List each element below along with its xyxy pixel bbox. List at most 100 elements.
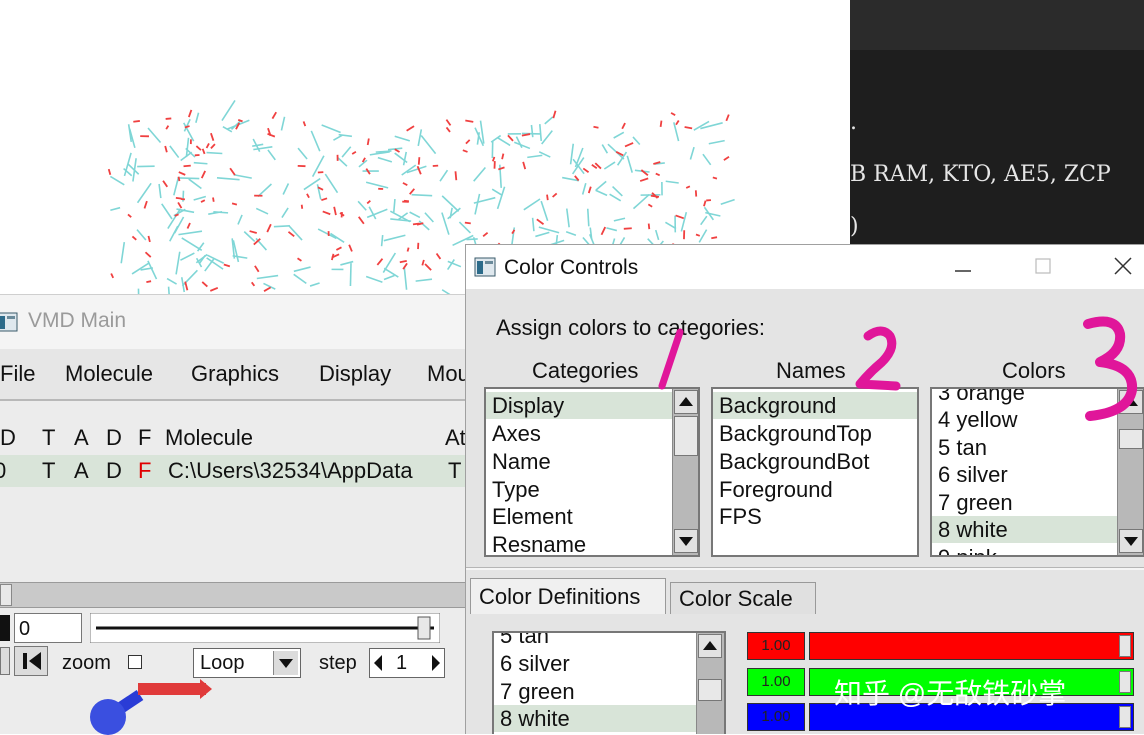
bond	[395, 136, 410, 141]
bond	[604, 162, 615, 169]
close-button[interactable]	[1103, 251, 1143, 283]
step-spinbox[interactable]: 1	[369, 648, 445, 678]
categories-scrollbar[interactable]	[672, 389, 698, 555]
list-item[interactable]: 5 tan	[500, 631, 549, 649]
list-item[interactable]: 4 yellow	[938, 406, 1017, 433]
minimize-button[interactable]	[943, 251, 983, 283]
molecule-list-scrollbar[interactable]	[0, 582, 470, 608]
color-controls-titlebar[interactable]: Color Controls	[466, 245, 1144, 289]
list-item[interactable]: Element	[492, 503, 573, 530]
oxygen-bond	[352, 152, 356, 154]
list-item[interactable]: Resname	[492, 531, 586, 557]
molecule-row[interactable]: 0 T A D F C:\Users\32534\AppData T	[0, 455, 470, 487]
scrollbar-thumb[interactable]	[1119, 429, 1143, 449]
oxygen-bond	[640, 178, 648, 181]
loop-mode-select[interactable]: Loop	[193, 648, 301, 678]
tab-color-definitions[interactable]: Color Definitions	[470, 578, 666, 614]
step-value[interactable]: 1	[396, 652, 407, 675]
color-definitions-listbox[interactable]: 5 tan 6 silver 7 green 8 white	[492, 631, 726, 734]
list-item[interactable]: 5 tan	[938, 434, 987, 461]
slider-knob[interactable]	[1119, 671, 1131, 693]
step-increment-icon[interactable]	[430, 654, 442, 672]
red-value: 1.00	[747, 632, 805, 660]
red-slider[interactable]	[809, 632, 1134, 660]
frame-slider[interactable]	[90, 613, 440, 643]
list-item[interactable]: 8 white	[938, 516, 1008, 543]
bond	[367, 209, 387, 217]
frame-input[interactable]: 0	[14, 613, 82, 643]
bond	[442, 213, 449, 235]
menu-mouse[interactable]: Mou	[427, 361, 470, 387]
maximize-button[interactable]	[1023, 251, 1063, 283]
scroll-down-button[interactable]	[674, 529, 698, 553]
bond	[540, 124, 541, 141]
stop-button[interactable]	[0, 615, 10, 641]
list-item[interactable]: Display	[492, 392, 564, 419]
dropdown-arrow-icon[interactable]	[273, 651, 298, 675]
scrollbar-thumb[interactable]	[674, 416, 698, 456]
column-header-top[interactable]: T	[42, 425, 55, 451]
list-item[interactable]: 7 green	[938, 489, 1013, 516]
bond	[313, 156, 324, 177]
list-item[interactable]: Foreground	[719, 476, 833, 503]
tab-color-scale[interactable]: Color Scale	[670, 582, 816, 614]
column-header-molecule[interactable]: Molecule	[165, 425, 253, 451]
list-item[interactable]: Background	[719, 392, 836, 419]
menu-graphics[interactable]: Graphics	[191, 361, 279, 387]
app-icon	[474, 257, 496, 277]
scrollbar-thumb[interactable]	[0, 584, 12, 606]
column-header-drawn[interactable]: D	[0, 425, 16, 451]
displayed-flag[interactable]: D	[106, 458, 122, 484]
list-item[interactable]: FPS	[719, 503, 762, 530]
list-item[interactable]: 3 orange	[938, 387, 1025, 406]
step-back-button[interactable]	[14, 646, 48, 676]
column-header-fixed[interactable]: F	[138, 425, 151, 451]
bond	[252, 144, 263, 146]
zoom-checkbox[interactable]	[128, 655, 142, 669]
menu-molecule[interactable]: Molecule	[65, 361, 153, 387]
list-item[interactable]: Type	[492, 476, 540, 503]
list-item[interactable]: Name	[492, 448, 551, 475]
step-back-icon	[15, 647, 47, 675]
list-item[interactable]: 9 pink	[938, 544, 997, 557]
colors-listbox[interactable]: 3 orange 4 yellow 5 tan 6 silver 7 green…	[930, 387, 1144, 557]
oxygen-bond	[661, 121, 662, 127]
bond	[330, 233, 344, 242]
categories-listbox[interactable]: Display Axes Name Type Element Resname	[484, 387, 700, 557]
oxygen-bond	[334, 207, 336, 215]
oxygen-bond	[367, 201, 370, 204]
fixed-flag[interactable]: F	[138, 458, 151, 484]
bond	[541, 201, 547, 221]
names-listbox[interactable]: Background BackgroundTop BackgroundBot F…	[711, 387, 919, 557]
scroll-down-button[interactable]	[1119, 529, 1143, 553]
column-header-active[interactable]: A	[74, 425, 89, 451]
column-header-atoms[interactable]: At	[445, 425, 466, 451]
oxygen-bond	[224, 265, 230, 267]
list-item[interactable]: 7 green	[500, 678, 575, 705]
scroll-up-button[interactable]	[698, 634, 722, 658]
scroll-up-button[interactable]	[1119, 390, 1143, 414]
list-item[interactable]: 6 silver	[938, 461, 1008, 488]
vmd-main-titlebar[interactable]: VMD Main	[0, 295, 470, 349]
bond	[404, 267, 406, 290]
top-flag[interactable]: T	[42, 458, 55, 484]
oxygen-bond	[425, 264, 431, 270]
slider-knob[interactable]	[1119, 635, 1131, 657]
list-item[interactable]: 8 white	[500, 705, 570, 732]
slider-knob[interactable]	[1119, 706, 1131, 728]
scrollbar-thumb[interactable]	[698, 679, 722, 701]
column-header-displayed[interactable]: D	[106, 425, 122, 451]
list-item[interactable]: BackgroundBot	[719, 448, 869, 475]
list-item[interactable]: 6 silver	[500, 650, 570, 677]
scroll-up-button[interactable]	[674, 390, 698, 414]
rewind-button[interactable]	[0, 647, 10, 675]
bond	[322, 125, 341, 133]
list-item[interactable]: Axes	[492, 420, 541, 447]
list-item[interactable]: BackgroundTop	[719, 420, 872, 447]
menu-file[interactable]: File	[0, 361, 35, 387]
menu-display[interactable]: Display	[319, 361, 391, 387]
active-flag[interactable]: A	[74, 458, 89, 484]
colors-scrollbar[interactable]	[1117, 389, 1143, 555]
definitions-scrollbar[interactable]	[696, 633, 724, 734]
step-decrement-icon[interactable]	[372, 654, 384, 672]
